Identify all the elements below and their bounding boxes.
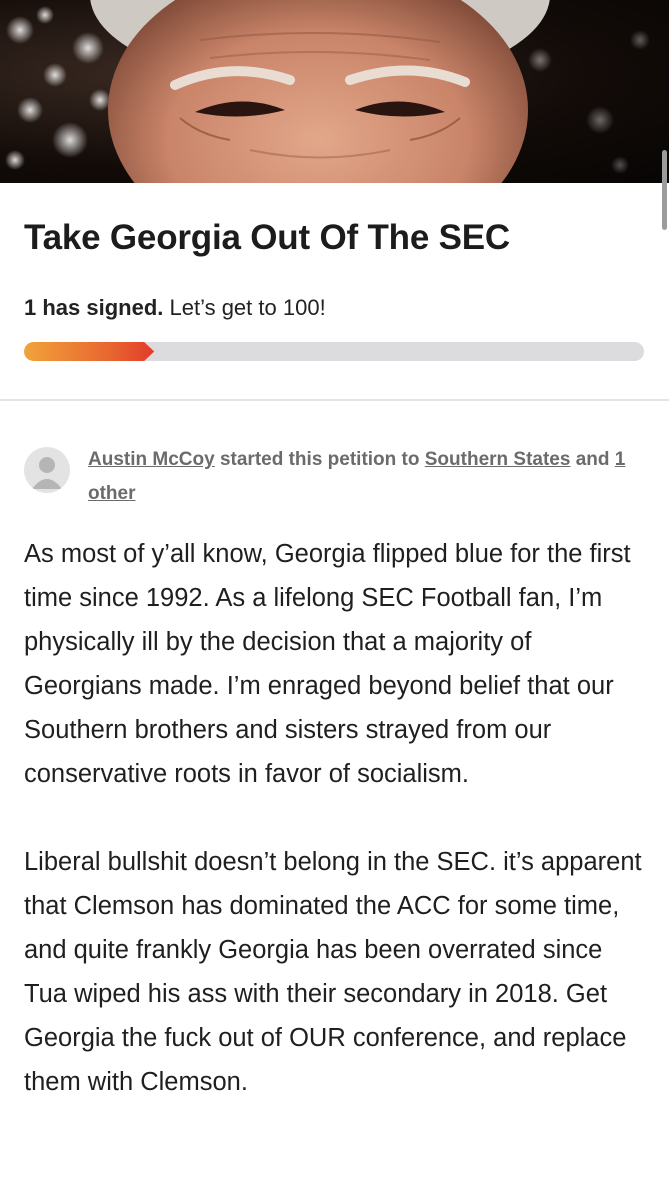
starter-name-link[interactable]: Austin McCoy bbox=[88, 449, 215, 470]
user-silhouette-icon bbox=[32, 457, 62, 489]
signature-progress-fill bbox=[24, 342, 154, 361]
description-paragraph: As most of y’all know, Georgia flipped b… bbox=[24, 540, 631, 788]
starter-started-text: started this petition to bbox=[219, 449, 420, 470]
signature-progress-bar bbox=[24, 342, 644, 361]
starter-avatar[interactable] bbox=[24, 447, 70, 493]
section-divider bbox=[0, 399, 669, 401]
petition-starter-line: Austin McCoy started this petition to So… bbox=[88, 443, 648, 511]
signature-count: 1 has signed. bbox=[24, 295, 164, 320]
petition-title: Take Georgia Out Of The SEC bbox=[24, 218, 510, 257]
scrollbar[interactable] bbox=[662, 150, 667, 230]
starter-and-text: and bbox=[575, 449, 610, 470]
signature-status: 1 has signed. Let’s get to 100! bbox=[24, 295, 644, 321]
decision-maker-link[interactable]: Southern States bbox=[425, 449, 571, 470]
petition-description: As most of y’all know, Georgia flipped b… bbox=[24, 532, 649, 1148]
petition-page: Take Georgia Out Of The SEC 1 has signed… bbox=[0, 0, 669, 1200]
description-paragraph: Liberal bullshit doesn’t belong in the S… bbox=[24, 848, 642, 1096]
signature-goal: Let’s get to 100! bbox=[169, 295, 326, 320]
petition-hero-photo bbox=[0, 0, 669, 183]
